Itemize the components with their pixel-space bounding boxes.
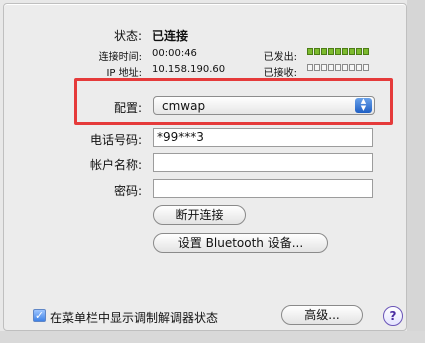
ip-value: 10.158.190.60 <box>152 64 226 75</box>
bluetooth-setup-button[interactable]: 设置 Bluetooth 设备... <box>153 233 328 253</box>
meter-segment <box>335 48 341 55</box>
sent-label: 已发出: <box>263 52 297 63</box>
status-value: 已连接 <box>152 29 189 43</box>
bottom-edge-strip <box>0 331 425 343</box>
meter-segment <box>307 48 313 55</box>
status-label: 状态: <box>113 29 142 43</box>
meter-segment <box>328 48 334 55</box>
modem-settings-panel: 状态: 已连接 连接时间: 00:00:46 IP 地址: 10.158.190… <box>3 3 407 331</box>
meter-segment <box>321 64 327 71</box>
phone-field[interactable]: *99***3 <box>153 128 373 147</box>
meter-segment <box>342 64 348 71</box>
advanced-button[interactable]: 高级... <box>281 305 363 325</box>
meter-segment <box>363 48 369 55</box>
password-label: 密码: <box>113 184 142 198</box>
right-edge-strip <box>407 0 425 343</box>
account-field[interactable] <box>153 153 373 172</box>
sent-activity-meter <box>307 48 369 55</box>
config-select[interactable]: cmwap ▲ ▼ <box>153 96 375 115</box>
meter-segment <box>314 48 320 55</box>
meter-segment <box>307 64 313 71</box>
meter-segment <box>356 48 362 55</box>
ip-label: IP 地址: <box>106 68 142 79</box>
meter-segment <box>349 48 355 55</box>
account-label: 帐户名称: <box>89 158 142 172</box>
config-label: 配置: <box>113 101 142 115</box>
received-activity-meter <box>307 64 369 71</box>
meter-segment <box>356 64 362 71</box>
phone-label: 电话号码: <box>89 133 142 147</box>
phone-value: *99***3 <box>157 130 204 144</box>
disconnect-button[interactable]: 断开连接 <box>153 205 246 225</box>
meter-segment <box>335 64 341 71</box>
help-icon[interactable]: ? <box>383 306 403 326</box>
meter-segment <box>328 64 334 71</box>
meter-segment <box>349 64 355 71</box>
show-modem-status-label: 在菜单栏中显示调制解调器状态 <box>50 311 219 325</box>
dropdown-arrows-icon: ▲ ▼ <box>355 98 372 113</box>
meter-segment <box>314 64 320 71</box>
password-field[interactable] <box>153 179 373 198</box>
connect-time-label: 连接时间: <box>98 52 142 63</box>
received-label: 已接收: <box>263 68 297 79</box>
meter-segment <box>321 48 327 55</box>
show-modem-status-checkbox[interactable]: ✓ <box>33 309 46 322</box>
checkbox-check-icon: ✓ <box>34 309 45 322</box>
connect-time-value: 00:00:46 <box>152 48 197 59</box>
meter-segment <box>363 64 369 71</box>
config-select-value: cmwap <box>162 99 206 113</box>
meter-segment <box>342 48 348 55</box>
